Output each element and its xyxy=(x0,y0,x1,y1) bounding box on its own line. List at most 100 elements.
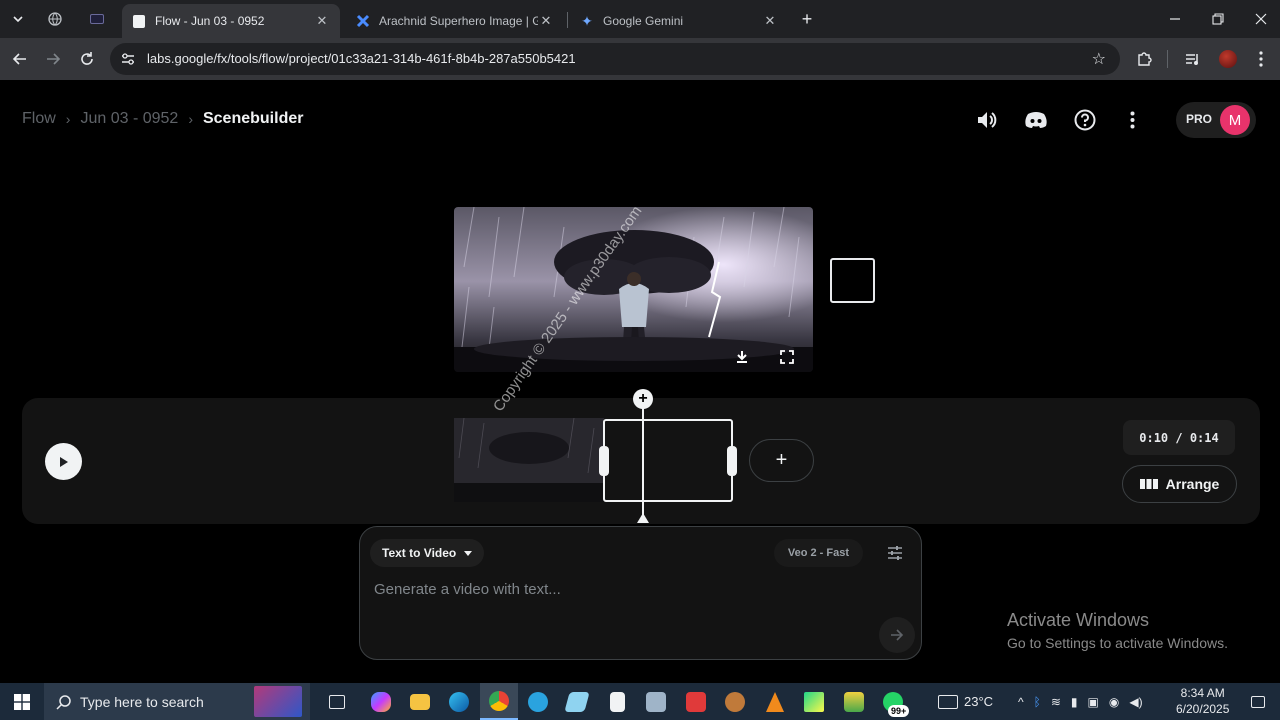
more-vert-icon xyxy=(1130,111,1134,129)
arrow-right-icon xyxy=(891,629,904,641)
microphone-icon[interactable]: ▮ xyxy=(1071,695,1078,709)
scene-preview[interactable] xyxy=(454,207,813,372)
fullscreen-icon xyxy=(780,350,794,364)
task-view-button[interactable] xyxy=(318,683,356,720)
clip-image xyxy=(454,418,604,502)
taskbar-app-7[interactable] xyxy=(558,683,596,720)
tab-title: Google Gemini xyxy=(603,14,684,28)
taskbar-pycharm[interactable] xyxy=(795,683,833,720)
send-button[interactable] xyxy=(879,617,915,653)
wifi-icon[interactable]: ≋ xyxy=(1051,695,1061,709)
taskbar-telegram[interactable] xyxy=(519,683,557,720)
minimize-button[interactable] xyxy=(1153,0,1197,38)
page-icon xyxy=(132,14,146,28)
app-tray-icon[interactable]: ◉ xyxy=(1109,695,1119,709)
pinned-tab-1[interactable] xyxy=(42,7,68,31)
bookmark-star-icon[interactable]: ☆ xyxy=(1092,49,1106,69)
mode-label: Text to Video xyxy=(382,546,457,560)
new-tab-button[interactable]: + xyxy=(794,7,820,31)
account-pill[interactable]: PRO M xyxy=(1176,102,1256,138)
sound-button[interactable] xyxy=(973,106,1001,134)
clock[interactable]: 8:34 AM 6/20/2025 xyxy=(1176,685,1229,717)
system-tray[interactable]: ^ ᛒ ≋ ▮ ▣ ◉ ◀) xyxy=(1018,683,1143,720)
playhead-marker[interactable] xyxy=(637,513,649,523)
chrome-icon xyxy=(489,690,509,711)
search-placeholder: Type here to search xyxy=(80,693,204,710)
start-button[interactable] xyxy=(0,683,44,720)
download-button[interactable] xyxy=(727,342,757,372)
breadcrumb-project[interactable]: Jun 03 - 0952 xyxy=(80,110,178,128)
tab-flow[interactable]: Flow - Jun 03 - 0952 ✕ xyxy=(122,4,340,38)
close-tab-icon[interactable]: ✕ xyxy=(538,13,554,29)
minimize-icon xyxy=(1170,18,1180,20)
taskbar-file-explorer[interactable] xyxy=(401,683,439,720)
help-button[interactable] xyxy=(1071,106,1099,134)
add-clip-button[interactable]: + xyxy=(749,439,814,482)
taskbar-copilot[interactable] xyxy=(362,683,400,720)
copilot-icon xyxy=(371,691,391,712)
tab-gemini[interactable]: ✦ Google Gemini ✕ xyxy=(570,4,788,38)
address-bar[interactable]: labs.google/fx/tools/flow/project/01c33a… xyxy=(110,43,1120,75)
notification-badge: 99+ xyxy=(888,705,910,717)
taskbar-app-9[interactable] xyxy=(637,683,675,720)
arrow-left-icon xyxy=(12,53,26,65)
site-settings-icon[interactable] xyxy=(120,51,136,67)
media-controls-button[interactable] xyxy=(1180,46,1206,72)
taskbar-notepad[interactable] xyxy=(598,683,636,720)
tab-arachnid[interactable]: Arachnid Superhero Image | Go ✕ xyxy=(346,4,564,38)
network-icon[interactable]: ▣ xyxy=(1088,695,1099,709)
mode-selector[interactable]: Text to Video xyxy=(370,539,485,567)
breadcrumb-flow[interactable]: Flow xyxy=(22,110,56,128)
clip-thumbnail[interactable] xyxy=(454,418,604,502)
playhead-add-button[interactable]: + xyxy=(633,389,653,409)
chevron-right-icon: › xyxy=(188,111,193,127)
speaker-icon[interactable]: ◀) xyxy=(1129,695,1142,709)
notification-center-button[interactable] xyxy=(1240,683,1276,720)
arrange-icon xyxy=(1139,479,1158,489)
taskbar-vlc[interactable] xyxy=(756,683,794,720)
taskbar-edge[interactable] xyxy=(440,683,478,720)
avatar[interactable]: M xyxy=(1220,105,1250,135)
next-scene-slot[interactable] xyxy=(830,258,875,303)
extensions-button[interactable] xyxy=(1131,46,1157,72)
tab-search-button[interactable] xyxy=(5,7,31,31)
settings-button[interactable] xyxy=(883,541,907,565)
close-icon xyxy=(1255,13,1267,25)
taskbar-app-10[interactable] xyxy=(677,683,715,720)
back-button[interactable] xyxy=(7,46,33,72)
fullscreen-button[interactable] xyxy=(772,342,802,372)
weather-widget[interactable]: 23°C xyxy=(938,683,993,720)
layers-icon xyxy=(844,691,864,712)
app-icon xyxy=(686,691,706,712)
pinned-tab-2[interactable] xyxy=(84,7,110,31)
forward-button[interactable] xyxy=(40,46,66,72)
arrange-button[interactable]: Arrange xyxy=(1122,465,1237,503)
play-button[interactable] xyxy=(45,443,82,480)
prompt-input[interactable] xyxy=(374,577,874,601)
playhead-line[interactable] xyxy=(642,408,644,518)
model-selector[interactable]: Veo 2 - Fast xyxy=(773,539,863,567)
more-vert-icon xyxy=(1259,51,1263,67)
more-options-button[interactable] xyxy=(1118,106,1146,134)
folder-icon xyxy=(410,693,430,710)
taskbar-app-14[interactable] xyxy=(835,683,873,720)
taskbar-app-11[interactable] xyxy=(716,683,754,720)
taskbar-chrome[interactable] xyxy=(480,683,518,720)
search-highlight-image xyxy=(254,686,302,717)
restore-button[interactable] xyxy=(1196,0,1240,38)
close-window-button[interactable] xyxy=(1239,0,1280,38)
chevron-down-icon xyxy=(13,16,23,23)
taskbar-search[interactable]: Type here to search xyxy=(44,683,310,720)
profile-button[interactable] xyxy=(1215,46,1241,72)
selected-clip-frame[interactable] xyxy=(603,419,733,502)
trim-handle-right[interactable] xyxy=(727,446,737,476)
chevron-up-icon[interactable]: ^ xyxy=(1018,695,1024,709)
reload-button[interactable] xyxy=(74,46,100,72)
bluetooth-icon[interactable]: ᛒ xyxy=(1034,695,1041,709)
close-tab-icon[interactable]: ✕ xyxy=(314,13,330,29)
trim-handle-left[interactable] xyxy=(599,446,609,476)
app-icon xyxy=(564,691,590,712)
chrome-menu-button[interactable] xyxy=(1248,46,1274,72)
discord-button[interactable] xyxy=(1022,106,1050,134)
close-tab-icon[interactable]: ✕ xyxy=(762,13,778,29)
